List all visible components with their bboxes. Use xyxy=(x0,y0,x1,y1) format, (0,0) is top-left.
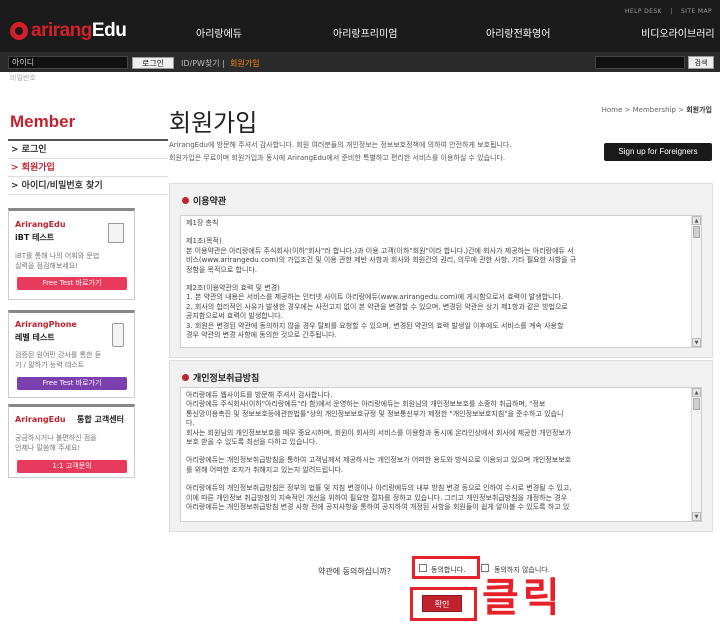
promo-ibt: ArirangEdu iBT 테스트 iBT를 통해 나의 어휘와 문법 실력을… xyxy=(8,208,135,300)
breadcrumb-home[interactable]: Home xyxy=(602,106,623,114)
breadcrumb-current: 회원가입 xyxy=(686,106,712,114)
agree-label[interactable]: 동의합니다. xyxy=(431,565,465,575)
text-line: 본 이용약관은 아리랑에듀 주식회사(이하"회사"라 합니다.)과 이용 고객(… xyxy=(186,246,574,255)
logo-text-arirang: arirang xyxy=(31,20,92,41)
password-placeholder[interactable]: 비밀번호 xyxy=(10,73,36,83)
text-line: 공지함으로써 효력이 발생합니다. xyxy=(186,312,283,321)
promo-description: 검증된 원어민 강사를 통한 듣기 / 말하기 능력 테스트 xyxy=(15,351,102,369)
logo-text-edu: Edu xyxy=(91,20,127,41)
gnav-premium[interactable]: 아리랑프리미엄 xyxy=(333,25,397,40)
search-button[interactable]: 검색 xyxy=(688,56,714,69)
agree-question: 약관에 동의하십니까? xyxy=(318,567,392,576)
terms-heading-text: 이용약관 xyxy=(193,197,227,207)
text-line: 아리랑에듀는 개인정보취급방침을 통하여 고객님께서 제공하시는 개인정보가 어… xyxy=(186,456,572,465)
promo-cs: ArirangEdu 통합 고객센터 궁금하시거나 불편하신 점을 언제나 말씀… xyxy=(8,404,135,478)
privacy-content: 아리랑에듀 웹사이트를 방문해 주셔서 감사합니다. 아리랑에듀 주식회사(이하"… xyxy=(186,391,681,512)
text-line: 아리랑에듀는 개인정보취급방침 변경 사항 전에 공지사항을 통하여 공지하여 … xyxy=(186,503,570,512)
bullet-icon xyxy=(182,374,189,381)
promo-brand: ArirangEdu xyxy=(15,220,66,229)
breadcrumb: Home > Membership > 회원가입 xyxy=(602,105,712,115)
login-button[interactable]: 로그인 xyxy=(132,57,174,69)
text-line: 아리랑에듀 웹사이트를 방문해 주셔서 감사합니다. xyxy=(186,391,333,399)
scroll-thumb[interactable] xyxy=(693,226,700,238)
promo-subtitle: 레벨 테스트 xyxy=(15,333,55,342)
text-line: 정함을 목적으로 합니다. xyxy=(186,265,258,274)
text-line: 이에 따른 개인정보 취급방침의 지속적인 개선을 위하여 필요한 절차를 정하… xyxy=(186,493,568,502)
scroll-up-icon[interactable]: ▲ xyxy=(692,216,701,225)
phone-icon xyxy=(112,323,124,347)
promo-brand: ArirangEdu xyxy=(15,415,66,424)
util-links: HELP DESK | SITE MAP xyxy=(619,8,712,15)
help-desk-link[interactable]: HELP DESK xyxy=(625,8,662,15)
id-input[interactable]: 아이디 xyxy=(8,56,128,69)
free-test-button[interactable]: Free Test 바로가기 xyxy=(17,277,127,290)
text-line: 3. 회원은 변경된 약관에 동의하지 않을 경우 탈퇴를 요청할 수 있으며,… xyxy=(186,321,564,330)
text-line: 다. xyxy=(186,419,195,428)
text-line: 1. 본 약관의 내용은 서비스를 제공하는 인터넷 사이트 아리랑에듀(www… xyxy=(186,293,564,302)
text-line: 제1조(목적) xyxy=(186,237,222,246)
scroll-up-icon[interactable]: ▲ xyxy=(692,388,701,397)
find-id-pw-link[interactable]: ID/PW찾기 | xyxy=(181,58,225,69)
promo-subtitle: iBT 테스트 xyxy=(15,233,55,242)
privacy-heading: 개인정보취급방침 xyxy=(182,371,259,384)
text-line: 통신망이용촉진 및 정보보호등에관한법률"상의 개인정보보호규정 및 정보통신부… xyxy=(186,409,564,418)
breadcrumb-separator: > xyxy=(678,106,684,114)
privacy-section: 개인정보취급방침 아리랑에듀 웹사이트를 방문해 주셔서 감사합니다. 아리랑에듀… xyxy=(169,360,713,532)
intro-text: ArirangEdu에 방문해 주셔서 감사합니다. 회원 여러분들의 개인정보… xyxy=(169,141,512,149)
gnav-video-library[interactable]: 비디오라이브러리 xyxy=(641,25,715,40)
free-test-button[interactable]: Free Test 바로가기 xyxy=(17,377,127,390)
sidebar-item-login[interactable]: > 로그인 xyxy=(8,141,168,159)
privacy-heading-text: 개인정보취급방침 xyxy=(193,374,260,384)
site-map-link[interactable]: SITE MAP xyxy=(681,8,712,15)
agree-checkbox[interactable] xyxy=(419,564,427,572)
privacy-textarea[interactable]: 아리랑에듀 웹사이트를 방문해 주셔서 감사합니다. 아리랑에듀 주식회사(이하"… xyxy=(180,387,702,522)
scroll-down-icon[interactable]: ▼ xyxy=(692,338,701,347)
sidebar-title: Member xyxy=(10,112,76,131)
confirm-button[interactable]: 확인 xyxy=(422,595,462,612)
gnav-arirangedu[interactable]: 아리랑에듀 xyxy=(196,25,242,40)
scrollbar[interactable]: ▲ ▼ xyxy=(691,216,701,347)
terms-heading: 이용약관 xyxy=(182,194,226,207)
site-logo[interactable]: arirang Edu xyxy=(10,20,127,42)
sidebar-item-find[interactable]: > 아이디/비밀번호 찾기 xyxy=(8,177,168,195)
customer-inquiry-button[interactable]: 1:1 고객문의 xyxy=(17,460,127,473)
terms-textarea[interactable]: 제1장 총칙제1조(목적) 본 이용약관은 아리랑에듀 주식회사(이하"회사"라 … xyxy=(180,215,702,348)
sidebar-item-join[interactable]: > 회원가입 xyxy=(8,159,168,177)
breadcrumb-section[interactable]: Membership xyxy=(633,106,676,114)
util-separator: | xyxy=(670,8,673,15)
scroll-down-icon[interactable]: ▼ xyxy=(692,512,701,521)
join-link[interactable]: 회원가입 xyxy=(230,58,259,69)
terms-content: 제1장 총칙제1조(목적) 본 이용약관은 아리랑에듀 주식회사(이하"회사"라 … xyxy=(186,219,681,340)
logo-mark-icon xyxy=(10,22,28,40)
promo-subtitle: 통합 고객센터 xyxy=(77,415,124,424)
gnav-phone-english[interactable]: 아리랑전화영어 xyxy=(486,25,550,40)
scrollbar[interactable]: ▲ ▼ xyxy=(691,388,701,521)
bullet-icon xyxy=(182,197,189,204)
text-line: 2. 회사의 합리적인 사유가 발생한 경우에는 사전고지 없이 본 약관을 변… xyxy=(186,302,568,311)
disagree-checkbox[interactable] xyxy=(481,564,489,572)
signup-foreigners-button[interactable]: Sign up for Foreigners xyxy=(604,143,712,161)
search-input[interactable] xyxy=(595,56,685,69)
promo-description: iBT를 통해 나의 어휘와 문법 실력을 점검해보세요! xyxy=(15,252,100,270)
breadcrumb-separator: > xyxy=(624,106,631,114)
promo-phone: ArirangPhone 레벨 테스트 검증된 원어민 강사를 통한 듣기 / … xyxy=(8,310,135,398)
sidebar-nav: > 로그인 > 회원가입 > 아이디/비밀번호 찾기 xyxy=(8,139,168,195)
text-line: 아리랑에듀 주식회사(이하"아리랑에듀"라 함)에서 운영하는 아리랑에듀는 회… xyxy=(186,400,546,409)
top-header: arirang Edu HELP DESK | SITE MAP 아리랑에듀 아… xyxy=(0,0,720,52)
text-line: 아리랑에듀의 개인정보취급방침은 정부의 법률 및 지침 변경이나 아리랑에듀의… xyxy=(186,484,572,493)
click-annotation: 클릭 xyxy=(482,575,564,621)
scroll-thumb[interactable] xyxy=(693,398,700,410)
text-line: 를 위해 어떠한 조치가 취해지고 있는지 알려드립니다. xyxy=(186,465,344,474)
terms-section: 이용약관 제1장 총칙제1조(목적) 본 이용약관은 아리랑에듀 주식회사(이하"… xyxy=(169,183,713,358)
promo-brand: ArirangPhone xyxy=(15,320,77,329)
promo-description: 궁금하시거나 불편하신 점을 언제나 말씀해 주세요! xyxy=(15,434,97,452)
text-line: 비스(www.arirangedu.com)의 가입조건 및 이용 관한 제반 … xyxy=(186,256,577,265)
page-title: 회원가입 xyxy=(169,110,258,137)
text-line: 제1장 총칙 xyxy=(186,219,219,227)
intro-text: 회원가입은 무료이며 회원가입과 동시에 ArirangEdu에서 준비한 특별… xyxy=(169,154,506,162)
text-line: 경우 약관의 변경 사항에 동의한 것으로 간주됩니다. xyxy=(186,331,337,340)
text-line: 회사는 회원님의 개인정보보호를 매우 중요시하며, 회원이 회사의 서비스를 … xyxy=(186,428,572,437)
text-line: 보호 받을 수 있도록 최선을 다하고 있습니다. xyxy=(186,438,318,447)
document-icon xyxy=(108,223,124,243)
